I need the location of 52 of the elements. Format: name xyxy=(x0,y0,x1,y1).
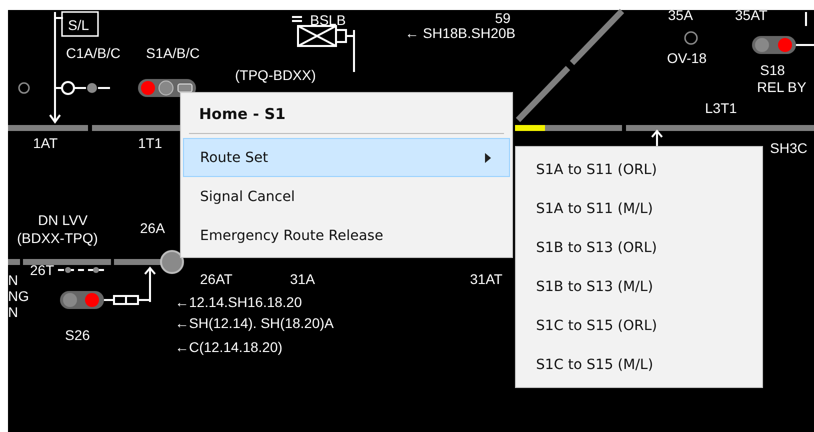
track-label: N xyxy=(8,272,18,288)
track-label: NG xyxy=(8,288,29,304)
track-label: 59 xyxy=(495,10,511,26)
track-label: S1A/B/C xyxy=(146,45,200,61)
signal-lamp-icon xyxy=(18,82,30,94)
track-label: 1T1 xyxy=(138,135,162,151)
menu-item[interactable]: Signal Cancel xyxy=(183,177,510,216)
up-arrow xyxy=(144,266,156,303)
menu-item[interactable]: Route Set xyxy=(183,138,510,177)
track-label: 26T xyxy=(30,262,54,278)
track-label: (TPQ-BDXX) xyxy=(235,67,316,83)
track-label: ←SH(12.14). SH(18.20)A xyxy=(175,315,334,331)
up-arrow xyxy=(651,129,663,147)
menu-item[interactable]: S1C to S15 (M/L) xyxy=(518,345,760,384)
signal-drawing xyxy=(752,36,814,54)
track-label: ←C(12.14.18.20) xyxy=(175,339,282,355)
menu-item[interactable]: S1A to S11 (M/L) xyxy=(518,189,760,228)
track-label: 1AT xyxy=(33,135,58,151)
track-label: 35AT xyxy=(735,7,768,23)
track-label: REL BY xyxy=(757,79,806,95)
menu-item[interactable]: Emergency Route Release xyxy=(183,216,510,255)
track-label: 31AT xyxy=(470,271,502,287)
track-label: 26AT xyxy=(200,271,232,287)
track-label: 35A xyxy=(668,7,693,23)
track-label: S/L xyxy=(68,17,90,33)
equals-mark xyxy=(291,16,303,22)
diagonal-track xyxy=(570,8,624,66)
diagonal-track xyxy=(516,66,570,122)
menu-item[interactable]: S1C to S15 (ORL) xyxy=(518,306,760,345)
track-label: S18 xyxy=(760,62,785,78)
track-label: ←12.14.SH16.18.20 xyxy=(175,294,302,310)
track-label: S26 xyxy=(65,327,90,343)
track-label: 26A xyxy=(140,220,165,236)
track-label: ← SH18B.SH20B xyxy=(405,25,516,41)
track-label: (BDXX-TPQ) xyxy=(17,230,98,246)
track-label: BSLB xyxy=(310,12,346,28)
track-label: DN LVV xyxy=(38,212,88,228)
menu-item[interactable]: S1B to S13 (ORL) xyxy=(518,228,760,267)
menu-item[interactable]: S1A to S11 (ORL) xyxy=(518,150,760,189)
track-label: C1A/B/C xyxy=(66,45,120,61)
submenu-arrow-icon xyxy=(485,153,491,163)
track-segment xyxy=(8,259,20,265)
bracket-line xyxy=(805,12,807,26)
bracket-line xyxy=(54,17,64,89)
signal-lamp-icon xyxy=(684,31,698,45)
track-label: L3T1 xyxy=(705,100,737,116)
menu-title: Home - S1 xyxy=(198,104,287,125)
track-label: N xyxy=(8,304,18,320)
menu-item[interactable]: S1B to S13 (M/L) xyxy=(518,267,760,306)
track-label: SH3C xyxy=(770,140,808,156)
track-label: 31A xyxy=(290,271,315,287)
track-label: OV-18 xyxy=(667,50,707,66)
